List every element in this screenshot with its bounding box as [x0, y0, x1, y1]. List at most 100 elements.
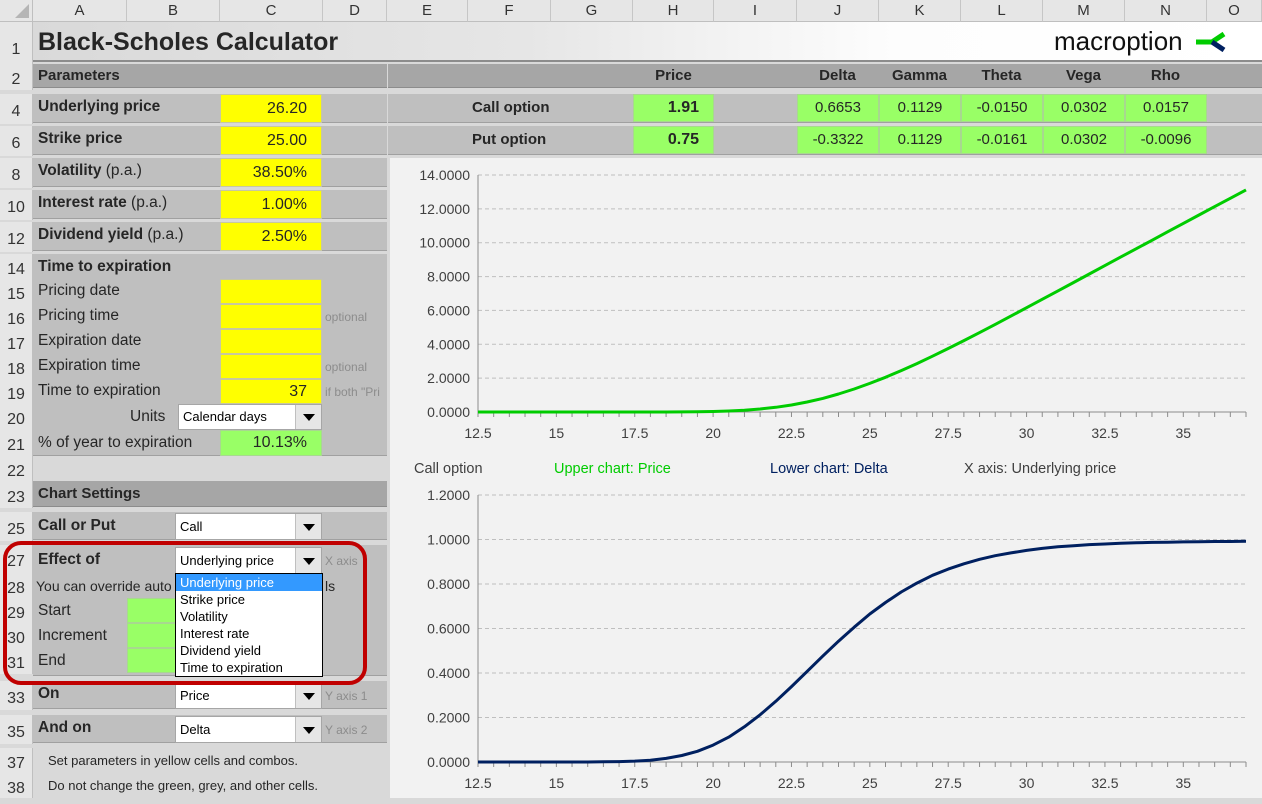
put-price: 0.75: [633, 126, 714, 154]
on-combo[interactable]: Price: [175, 682, 322, 709]
pricing-time-input[interactable]: [220, 304, 322, 329]
row-header-8[interactable]: 8: [0, 158, 33, 188]
call-delta: 0.6653: [797, 94, 879, 122]
expiration-time-label: Expiration time: [38, 357, 141, 374]
column-header-C[interactable]: C: [220, 0, 323, 22]
row-header-21[interactable]: 21: [0, 430, 33, 456]
underlying-price-input[interactable]: 26.20: [220, 94, 322, 123]
y-tick-label: 10.0000: [419, 235, 470, 251]
x-tick-label: 22.5: [778, 425, 805, 441]
y-tick-label: 6.0000: [427, 302, 470, 318]
column-header-G[interactable]: G: [551, 0, 633, 22]
row-header-2[interactable]: 2: [0, 64, 33, 90]
y-tick-label: 0.4000: [427, 665, 470, 681]
and-on-value: Delta: [180, 722, 211, 737]
row-header-25[interactable]: 25: [0, 512, 33, 541]
column-header-O[interactable]: O: [1207, 0, 1262, 22]
column-header-L[interactable]: L: [961, 0, 1043, 22]
y-tick-label: 4.0000: [427, 336, 470, 352]
column-header-K[interactable]: K: [879, 0, 961, 22]
row-header-18[interactable]: 18: [0, 354, 33, 379]
row-header-1[interactable]: 1: [0, 22, 33, 64]
highlight-annotation: [3, 541, 367, 685]
call-gamma: 0.1129: [879, 94, 961, 122]
x-tick-label: 20: [705, 425, 721, 441]
expiration-date-input[interactable]: [220, 329, 322, 354]
column-header-B[interactable]: B: [127, 0, 220, 22]
charts-svg: 0.0000 2.0000 4.0000 6.0000 8.0000 10.0000 12.…: [419, 167, 1247, 791]
expiration-time-input[interactable]: [220, 354, 322, 379]
and-on-combo[interactable]: Delta: [175, 716, 322, 743]
x-tick-label: 32.5: [1091, 425, 1118, 441]
pricing-date-input[interactable]: [220, 279, 322, 304]
column-header-A[interactable]: A: [33, 0, 127, 22]
row-header-10[interactable]: 10: [0, 190, 33, 220]
y-tick-label: 8.0000: [427, 269, 470, 285]
column-header-M[interactable]: M: [1043, 0, 1125, 22]
x-tick-label: 32.5: [1091, 775, 1118, 791]
row-header-33[interactable]: 33: [0, 681, 33, 710]
column-header-I[interactable]: I: [714, 0, 797, 22]
call-or-put-label: Call or Put: [38, 517, 116, 534]
chevron-down-icon[interactable]: [295, 405, 321, 429]
chevron-down-icon[interactable]: [295, 514, 321, 539]
call-vega: 0.0302: [1043, 94, 1125, 122]
put-theta: -0.0161: [961, 126, 1043, 154]
dividend-yield-suffix: (p.a.): [147, 226, 184, 243]
row-header-16[interactable]: 16: [0, 304, 33, 329]
row-header-22[interactable]: 22: [0, 456, 33, 481]
chevron-down-icon[interactable]: [295, 717, 321, 742]
strike-price-input[interactable]: 25.00: [220, 126, 322, 155]
pricing-time-note: optional: [325, 310, 368, 324]
call-option-label: Call option: [472, 99, 550, 116]
dividend-yield-label: Dividend yield: [38, 226, 144, 243]
delta-series-line: [478, 539, 1247, 764]
column-header-H[interactable]: H: [633, 0, 714, 22]
row-header-38[interactable]: 38: [0, 773, 33, 798]
row-header-4[interactable]: 4: [0, 94, 33, 124]
legend-xaxis: X axis: Underlying price: [964, 461, 1117, 477]
column-header-E[interactable]: E: [387, 0, 468, 22]
row-header-12[interactable]: 12: [0, 222, 33, 252]
x-tick-label: 25: [862, 425, 878, 441]
row-header-37[interactable]: 37: [0, 748, 33, 773]
row-header-35[interactable]: 35: [0, 715, 33, 744]
x-tick-label: 30: [1019, 775, 1035, 791]
underlying-price-label: Underlying price: [38, 98, 161, 115]
volatility-input[interactable]: 38.50%: [220, 158, 322, 187]
row-header-15[interactable]: 15: [0, 279, 33, 304]
dividend-yield-input[interactable]: 2.50%: [220, 222, 322, 251]
legend-upper: Upper chart: Price: [554, 461, 671, 477]
vega-header: Vega: [1065, 67, 1102, 84]
row-header-19[interactable]: 19: [0, 379, 33, 404]
units-label: Units: [130, 408, 166, 425]
time-to-expiration-input[interactable]: 37: [220, 379, 322, 404]
parameters-header: Parameters: [38, 67, 120, 84]
row-header-6[interactable]: 6: [0, 126, 33, 156]
column-header-D[interactable]: D: [323, 0, 387, 22]
pct-year-label: % of year to expiration: [38, 434, 193, 451]
row-header-20[interactable]: 20: [0, 404, 33, 430]
interest-rate-label: Interest rate: [38, 194, 127, 211]
interest-rate-input[interactable]: 1.00%: [220, 190, 322, 219]
column-header-F[interactable]: F: [468, 0, 551, 22]
call-or-put-combo[interactable]: Call: [175, 513, 322, 540]
chevron-down-icon[interactable]: [295, 683, 321, 708]
row-header-17[interactable]: 17: [0, 329, 33, 354]
put-gamma: 0.1129: [879, 126, 961, 154]
time-header: Time to expiration: [38, 258, 172, 275]
y-tick-label: 12.0000: [419, 201, 470, 217]
volatility-label: Volatility: [38, 162, 102, 179]
column-header-N[interactable]: N: [1125, 0, 1207, 22]
column-header-J[interactable]: J: [797, 0, 879, 22]
time-to-expiration-note: if both "Pri: [325, 385, 380, 399]
expiration-time-note: optional: [325, 360, 368, 374]
chart-area[interactable]: 0.0000 2.0000 4.0000 6.0000 8.0000 10.0000 12.…: [390, 158, 1262, 798]
pct-year-value: 10.13%: [220, 430, 322, 456]
call-theta: -0.0150: [961, 94, 1043, 122]
instruction-1: Set parameters in yellow cells and combo…: [48, 753, 299, 768]
units-combo[interactable]: Calendar days: [178, 404, 322, 430]
row-header-23[interactable]: 23: [0, 481, 33, 508]
row-header-14[interactable]: 14: [0, 254, 33, 279]
select-all-corner[interactable]: [0, 0, 33, 22]
